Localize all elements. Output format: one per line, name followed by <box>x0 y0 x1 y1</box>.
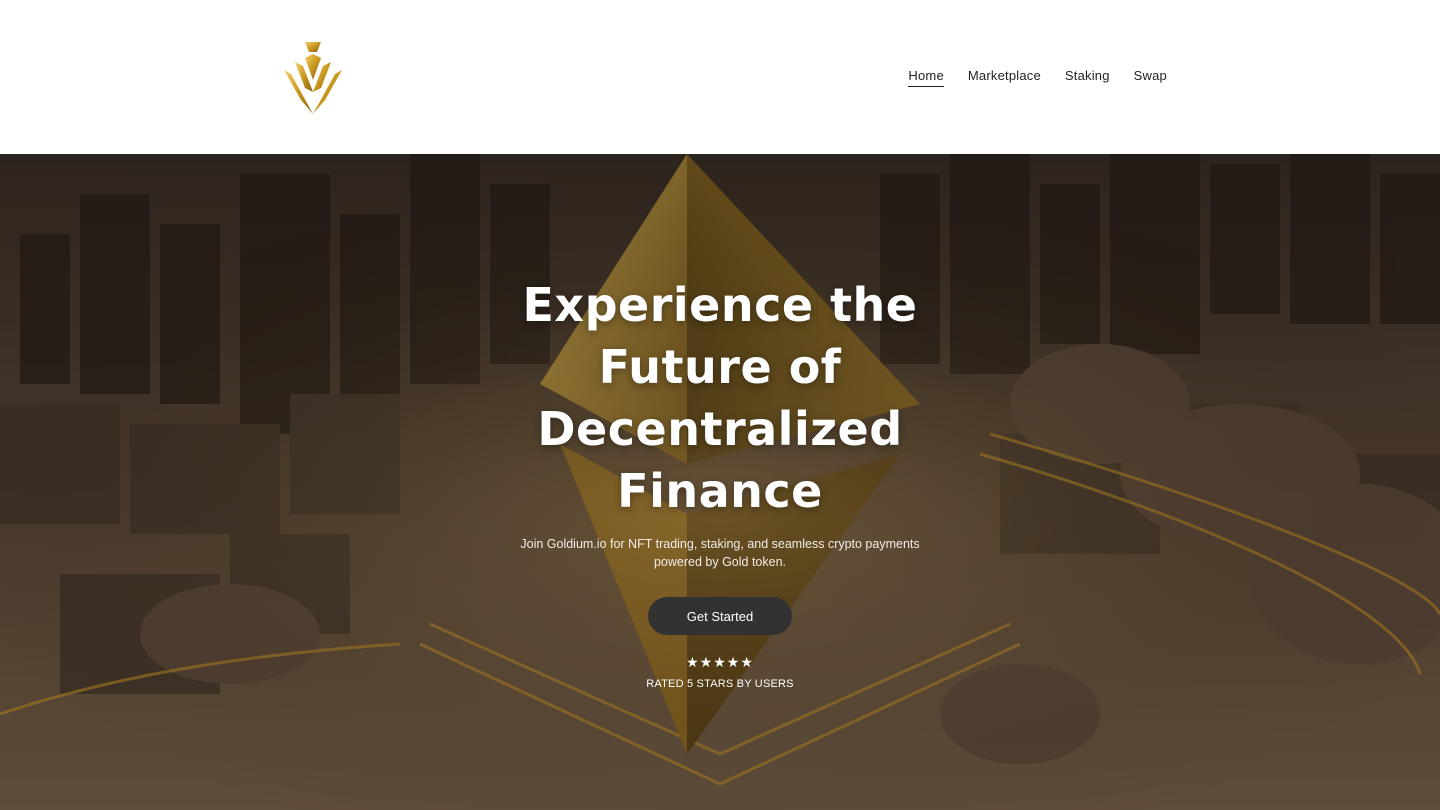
goldium-logo-icon[interactable] <box>281 40 345 116</box>
rating-text: RATED 5 STARS BY USERS <box>646 678 794 690</box>
get-started-button[interactable]: Get Started <box>648 597 792 635</box>
hero-content: Experience the Future of Decentralized F… <box>0 154 1440 810</box>
hero-subtext: Join Goldium.io for NFT trading, staking… <box>520 537 920 569</box>
hero-section: Experience the Future of Decentralized F… <box>0 154 1440 810</box>
site-header: Home Marketplace Staking Swap <box>0 0 1440 154</box>
main-nav: Home Marketplace Staking Swap <box>908 68 1167 87</box>
nav-marketplace-link[interactable]: Marketplace <box>968 68 1041 87</box>
five-star-rating-icon: ★★★★★ <box>686 655 754 671</box>
nav-home-link[interactable]: Home <box>908 68 944 87</box>
nav-swap-link[interactable]: Swap <box>1134 68 1167 87</box>
hero-headline: Experience the Future of Decentralized F… <box>522 278 918 518</box>
nav-staking-link[interactable]: Staking <box>1065 68 1110 87</box>
